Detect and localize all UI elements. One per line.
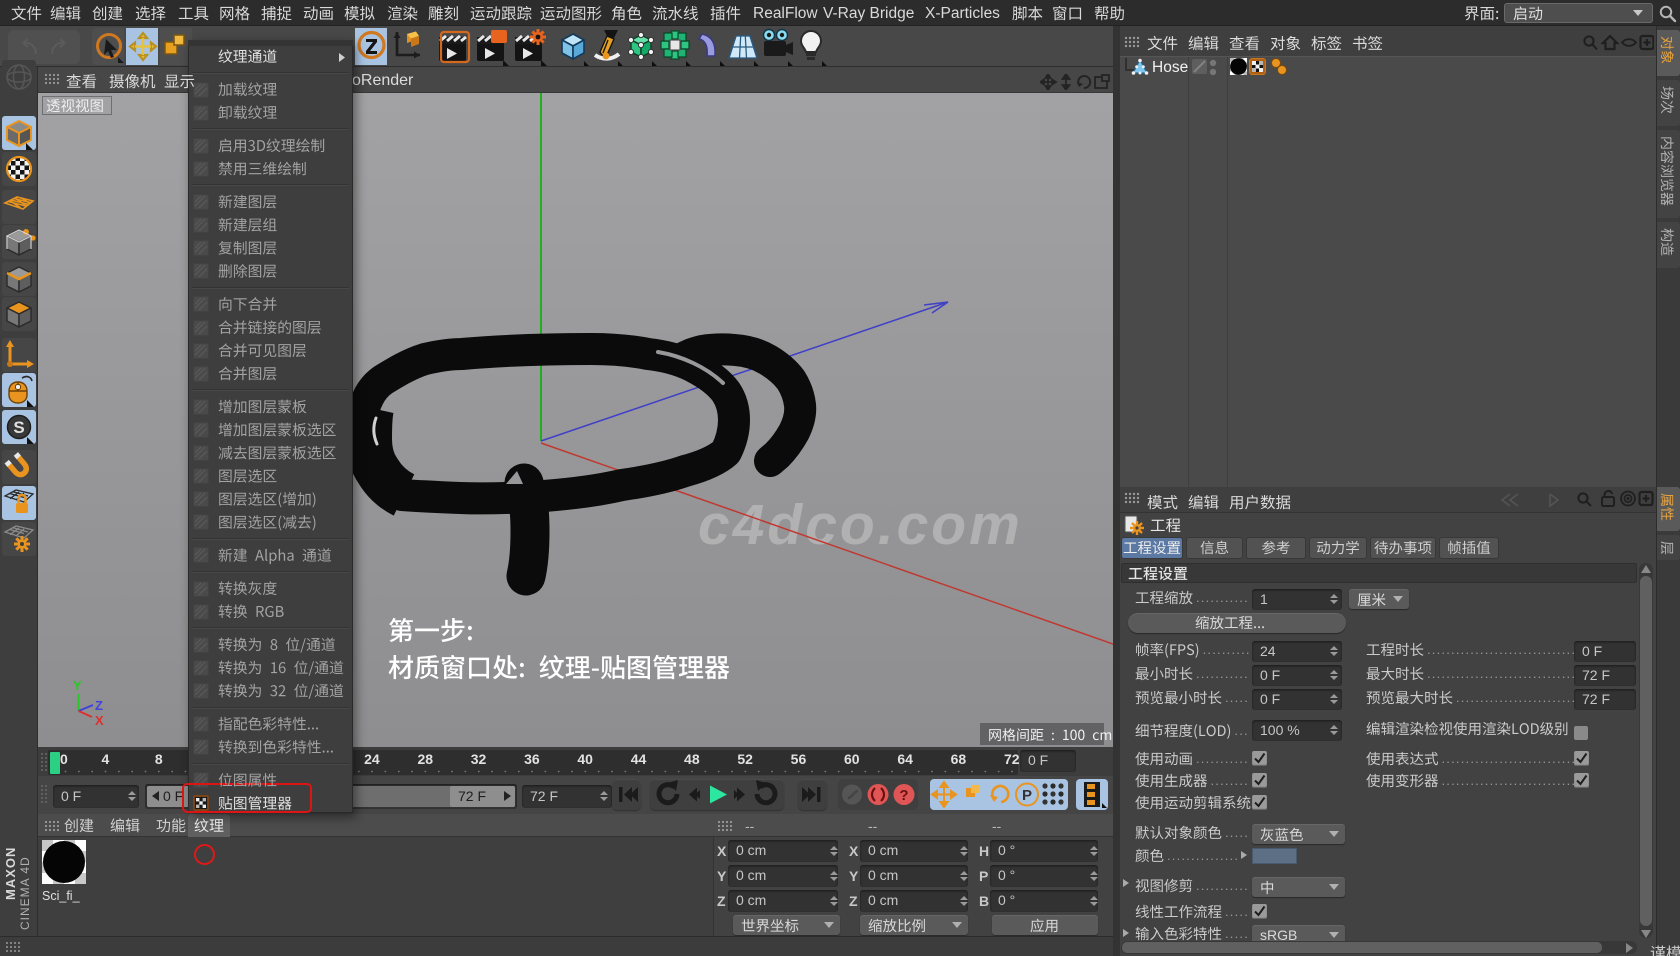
svg-text:Z: Z (95, 698, 103, 713)
svg-text:Y: Y (73, 678, 82, 693)
svg-text:?: ? (899, 787, 908, 804)
svg-text:X: X (95, 713, 104, 728)
svg-text:S: S (13, 418, 24, 437)
svg-text:P: P (1022, 787, 1032, 804)
